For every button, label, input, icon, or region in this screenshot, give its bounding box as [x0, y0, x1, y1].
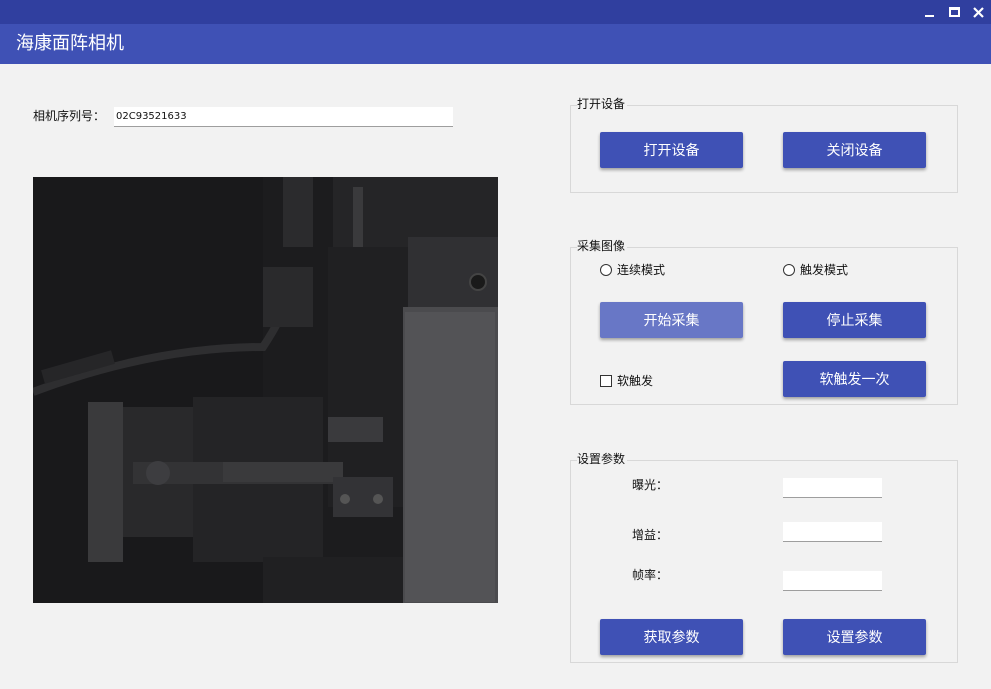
title-bar: 海康面阵相机 — [0, 0, 991, 64]
framerate-input[interactable] — [783, 571, 882, 591]
soft-trigger-checkbox[interactable]: 软触发 — [600, 372, 653, 389]
close-device-button[interactable]: 关闭设备 — [783, 132, 926, 168]
get-params-button[interactable]: 获取参数 — [600, 619, 743, 655]
open-device-button[interactable]: 打开设备 — [600, 132, 743, 168]
continuous-mode-label: 连续模式 — [617, 263, 666, 277]
camera-frame-image — [33, 177, 498, 603]
exposure-label: 曝光： — [632, 478, 669, 492]
maximize-icon[interactable] — [943, 2, 965, 22]
framerate-label: 帧率： — [632, 568, 669, 582]
camera-preview — [33, 177, 498, 603]
soft-trigger-label: 软触发 — [617, 374, 654, 388]
title-bar-strip — [0, 0, 991, 24]
continuous-mode-radio[interactable]: 连续模式 — [600, 261, 665, 278]
close-icon[interactable] — [967, 2, 989, 22]
gain-input[interactable] — [783, 522, 882, 542]
serial-input[interactable] — [114, 107, 453, 127]
radio-circle-icon[interactable] — [600, 263, 612, 276]
radio-circle-icon[interactable] — [783, 263, 795, 276]
trigger-mode-radio[interactable]: 触发模式 — [783, 261, 848, 278]
minimize-icon[interactable] — [918, 2, 940, 22]
start-capture-button[interactable]: 开始采集 — [600, 302, 743, 338]
stop-capture-button[interactable]: 停止采集 — [783, 302, 926, 338]
exposure-input[interactable] — [783, 478, 882, 498]
set-params-button[interactable]: 设置参数 — [783, 619, 926, 655]
params-group-title: 设置参数 — [577, 452, 628, 466]
checkbox-square-icon[interactable] — [600, 374, 612, 387]
window-title: 海康面阵相机 — [16, 33, 124, 54]
gain-label: 增益： — [632, 528, 669, 542]
capture-group-title: 采集图像 — [577, 239, 628, 253]
soft-trigger-once-button[interactable]: 软触发一次 — [783, 361, 926, 397]
serial-label: 相机序列号： — [33, 109, 106, 123]
trigger-mode-label: 触发模式 — [800, 263, 849, 277]
device-group-title: 打开设备 — [577, 97, 628, 111]
